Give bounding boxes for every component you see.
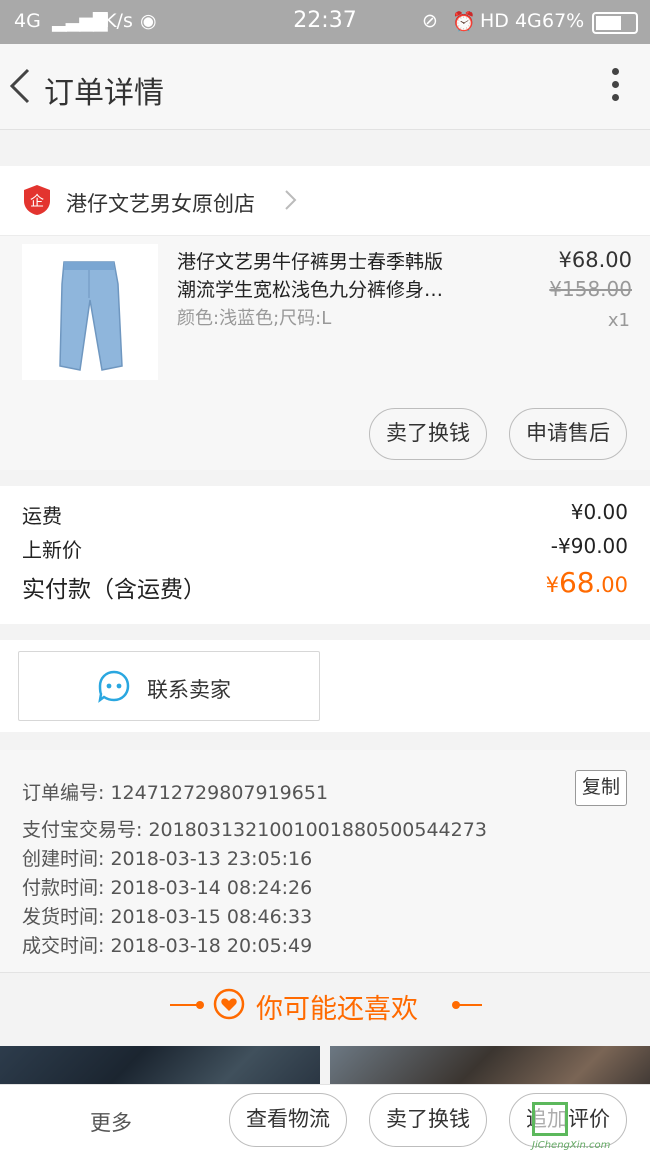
product-title-line-1: 港仔文艺男牛仔裤男士春季韩版 (177, 251, 444, 273)
order-number: 订单编号: 124712729807919651 (22, 782, 329, 804)
battery-icon (592, 12, 638, 34)
new-price-label: 上新价 (22, 538, 82, 562)
product-item[interactable]: 港仔文艺男牛仔裤男士春季韩版 潮流学生宽松浅色九分裤修身… 颜色:浅蓝色;尺码:… (0, 236, 650, 470)
shop-name: 港仔文艺男女原创店 (66, 192, 255, 216)
battery-percent: 67% (542, 10, 585, 32)
product-original-price: ¥158.00 (549, 277, 632, 301)
chevron-right-icon (285, 190, 297, 210)
network-type: HD 4G (480, 10, 542, 32)
more-options-icon[interactable] (610, 68, 620, 104)
svg-text:企: 企 (30, 193, 44, 210)
top-navigation-bar: 订单详情 (0, 44, 650, 130)
shipping-label: 运费 (22, 504, 62, 528)
page-title: 订单详情 (44, 76, 164, 111)
recommendation-title: 你可能还喜欢 (256, 994, 418, 1025)
product-spec: 颜色:浅蓝色;尺码:L (177, 308, 332, 329)
new-price-value: -¥90.00 (550, 534, 628, 558)
watermark-text: JiChengXin.com (532, 1140, 611, 1151)
shop-row[interactable]: 企 港仔文艺男女原创店 (0, 166, 650, 236)
mute-icon: ⊘ (422, 10, 438, 32)
contact-section: 联系卖家 (0, 640, 650, 732)
amount-paid-value: ¥68.00 (546, 566, 628, 599)
alipay-trade-number: 支付宝交易号: 2018031321001001880500544273 (22, 819, 487, 841)
amount-paid-decimal: .00 (594, 573, 628, 597)
product-thumbnail[interactable] (22, 244, 158, 380)
alarm-icon: ⏰ (452, 11, 476, 33)
status-bar: 4G ▂▃▅▇ 0K/s ◉ 22:37 ⊘ ⏰ HD 4G 67% (0, 0, 650, 44)
watermark-logo-icon (532, 1102, 568, 1136)
created-time: 创建时间: 2018-03-13 23:05:16 (22, 848, 313, 870)
shipping-time: 发货时间: 2018-03-15 08:46:33 (22, 906, 313, 928)
completed-time: 成交时间: 2018-03-18 20:05:49 (22, 935, 313, 957)
chat-bubble-icon (98, 670, 130, 703)
site-watermark: JiChengXin.com (532, 1102, 648, 1154)
copy-button[interactable]: 复制 (575, 770, 627, 806)
product-title-line-2: 潮流学生宽松浅色九分裤修身… (177, 279, 444, 301)
amount-paid-integer: 68 (558, 566, 595, 599)
amount-paid-label: 实付款（含运费） (22, 577, 206, 603)
order-info-section: 订单编号: 124712729807919651 复制 支付宝交易号: 2018… (0, 750, 650, 972)
shipping-value: ¥0.00 (570, 500, 628, 524)
reco-dot-left (196, 1001, 204, 1009)
battery-fill (596, 16, 621, 30)
fee-summary: 运费 ¥0.00 上新价 -¥90.00 实付款（含运费） ¥68.00 (0, 486, 650, 624)
shop-badge-icon: 企 (24, 185, 50, 215)
sell-for-cash-button[interactable]: 卖了换钱 (369, 408, 487, 460)
product-price: ¥68.00 (558, 248, 632, 272)
reco-divider-right (456, 1004, 482, 1006)
amount-paid-currency: ¥ (545, 573, 559, 597)
recommendation-header: 你可能还喜欢 (0, 972, 650, 1036)
after-sale-button[interactable]: 申请售后 (509, 408, 627, 460)
view-logistics-button[interactable]: 查看物流 (229, 1093, 347, 1147)
payment-time: 付款时间: 2018-03-14 08:24:26 (22, 877, 313, 899)
product-quantity: x1 (607, 310, 630, 331)
product-title[interactable]: 港仔文艺男牛仔裤男士春季韩版 潮流学生宽松浅色九分裤修身… (177, 248, 487, 304)
contact-seller-button[interactable]: 联系卖家 (18, 651, 320, 721)
contact-seller-label: 联系卖家 (147, 678, 231, 702)
heart-icon (213, 988, 245, 1020)
sell-for-cash-bottom-button[interactable]: 卖了换钱 (369, 1093, 487, 1147)
more-button[interactable]: 更多 (90, 1107, 132, 1137)
back-arrow-icon[interactable] (6, 66, 36, 106)
